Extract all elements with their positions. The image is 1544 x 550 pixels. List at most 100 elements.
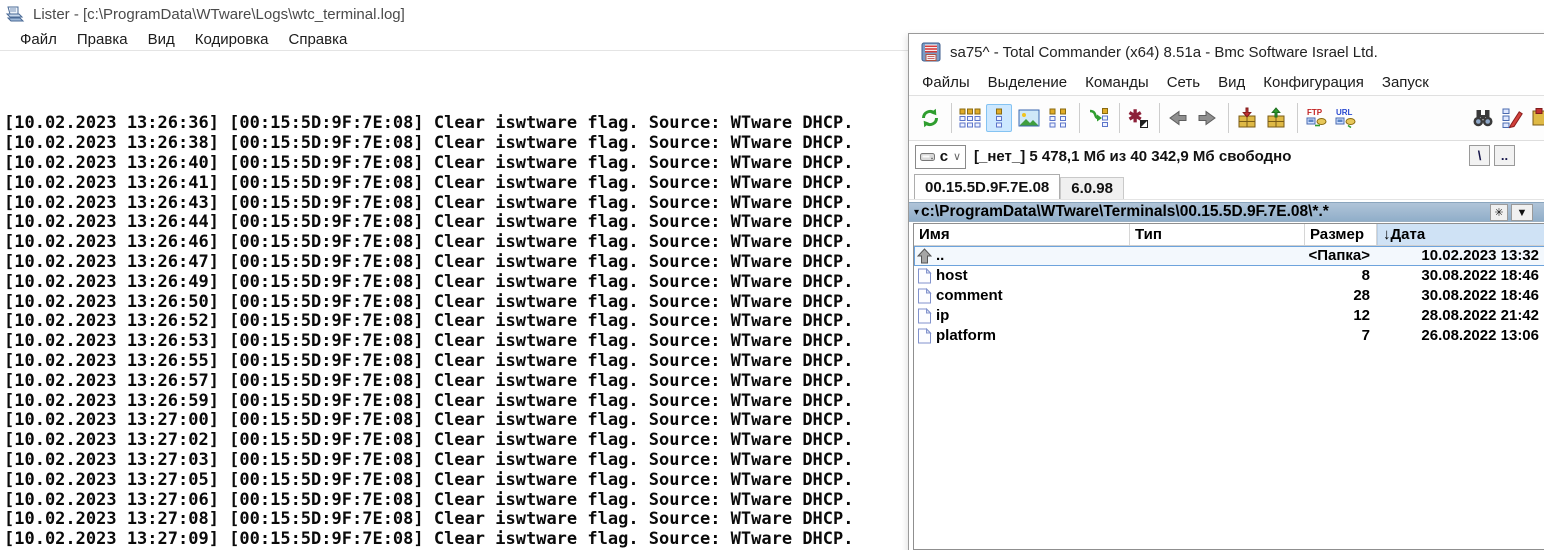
tree-view-button[interactable] (1045, 104, 1071, 132)
file-row[interactable]: comment 28 30.08.2022 18:46 (914, 286, 1544, 306)
total-commander-window: sa75^ - Total Commander (x64) 8.51a - Bm… (908, 33, 1544, 550)
tc-app-icon (921, 42, 941, 62)
path-filter-button[interactable]: ✳ (1490, 204, 1508, 221)
unpack-button[interactable] (1263, 104, 1289, 132)
lister-menu-item[interactable]: Правка (67, 31, 138, 48)
toolbar-separator (1297, 103, 1298, 133)
refresh-icon (919, 107, 941, 129)
tc-path-bar[interactable]: ▾ c:\ProgramData\WTware\Terminals\00.15.… (909, 202, 1544, 222)
column-header-name[interactable]: Имя (914, 224, 1130, 245)
search-button[interactable] (1470, 104, 1496, 132)
lister-menu-item[interactable]: Кодировка (185, 31, 279, 48)
log-line: [10.02.2023 13:26:47] [00:15:5D:9F:7E:08… (4, 253, 904, 273)
file-type (1130, 306, 1305, 326)
path-dropdown-button[interactable]: ▼ (1511, 204, 1533, 221)
file-list: .. <Папка> 10.02.2023 13:32 (914, 246, 1544, 346)
file-row[interactable]: platform 7 26.08.2022 13:06 (914, 326, 1544, 346)
file-date: 30.08.2022 18:46 (1377, 286, 1544, 306)
log-line: [10.02.2023 13:26:52] [00:15:5D:9F:7E:08… (4, 312, 904, 332)
drive-icon (920, 150, 935, 164)
tc-menu-item[interactable]: Запуск (1373, 74, 1438, 91)
lister-menu-item[interactable]: Вид (138, 31, 185, 48)
column-header-size[interactable]: Размер (1305, 224, 1377, 245)
full-view-button[interactable] (986, 104, 1012, 132)
url-button[interactable]: URL (1332, 104, 1358, 132)
unpack-icon (1265, 107, 1287, 129)
show-all-icon: ✱ (1127, 107, 1149, 129)
forward-arrow-icon (1196, 107, 1218, 129)
log-line: [10.02.2023 13:27:08] [00:15:5D:9F:7E:08… (4, 510, 904, 530)
toolbar-separator (1228, 103, 1229, 133)
lister-menubar: ФайлПравкаВидКодировкаСправка (0, 28, 909, 51)
desktop: Lister - [c:\ProgramData\WTware\Logs\wtc… (0, 0, 1544, 550)
toolbar-separator (1079, 103, 1080, 133)
branch-view-button[interactable] (1085, 104, 1111, 132)
thumbnails-button[interactable] (1015, 104, 1041, 132)
drive-selector[interactable]: c ∨ (915, 145, 966, 169)
tc-menu-item[interactable]: Сеть (1158, 74, 1209, 91)
ftp-connect-button[interactable]: FTP (1303, 104, 1329, 132)
drive-letter: c (940, 148, 948, 165)
file-size: 12 (1305, 306, 1377, 326)
parent-dir-button[interactable]: .. (1494, 145, 1515, 166)
path-history-arrow-icon[interactable]: ▾ (914, 207, 919, 218)
pack-icon (1236, 107, 1258, 129)
log-line: [10.02.2023 13:26:38] [00:15:5D:9F:7E:08… (4, 134, 904, 154)
log-line: [10.02.2023 13:26:50] [00:15:5D:9F:7E:08… (4, 293, 904, 313)
lister-menu-item[interactable]: Справка (278, 31, 357, 48)
file-icon (917, 288, 932, 304)
file-type (1130, 266, 1305, 286)
log-line: [10.02.2023 13:27:05] [00:15:5D:9F:7E:08… (4, 471, 904, 491)
column-header-type[interactable]: Тип (1130, 224, 1305, 245)
file-type (1130, 246, 1305, 266)
full-view-icon (988, 107, 1010, 129)
file-icon (917, 308, 932, 324)
file-row[interactable]: ip 12 28.08.2022 21:42 (914, 306, 1544, 326)
file-type (1130, 326, 1305, 346)
file-date: 30.08.2022 18:46 (1377, 266, 1544, 286)
file-size: 28 (1305, 286, 1377, 306)
file-name: .. (936, 246, 944, 266)
file-size: 8 (1305, 266, 1377, 286)
tc-menu-item[interactable]: Файлы (913, 74, 979, 91)
partial-icon (1530, 107, 1544, 129)
back-button[interactable] (1165, 104, 1191, 132)
file-list-header: Имя Тип Размер ↓Дата (914, 224, 1544, 246)
toolbar-partial-button[interactable] (1528, 104, 1544, 132)
file-row[interactable]: .. <Папка> 10.02.2023 13:32 (914, 246, 1544, 266)
toolbar-separator (1159, 103, 1160, 133)
file-size: <Папка> (1305, 246, 1377, 266)
forward-button[interactable] (1194, 104, 1220, 132)
folder-tab[interactable]: 6.0.98 (1060, 177, 1124, 199)
file-date: 10.02.2023 13:32 (1377, 246, 1544, 266)
log-line: [10.02.2023 13:26:49] [00:15:5D:9F:7E:08… (4, 273, 904, 293)
root-dir-button[interactable]: \ (1469, 145, 1490, 166)
tc-window-title: sa75^ - Total Commander (x64) 8.51a - Bm… (950, 44, 1378, 61)
tc-menu-item[interactable]: Выделение (979, 74, 1076, 91)
folder-tab[interactable]: 00.15.5D.9F.7E.08 (914, 174, 1060, 199)
file-row[interactable]: host 8 30.08.2022 18:46 (914, 266, 1544, 286)
tc-menu-item[interactable]: Команды (1076, 74, 1158, 91)
show-all-button[interactable]: ✱ (1125, 104, 1151, 132)
log-line: [10.02.2023 13:27:09] [00:15:5D:9F:7E:08… (4, 530, 904, 550)
brief-view-button[interactable] (957, 104, 983, 132)
column-header-date[interactable]: ↓Дата (1377, 224, 1544, 245)
log-line: [10.02.2023 13:26:43] [00:15:5D:9F:7E:08… (4, 194, 904, 214)
tree-view-icon (1047, 107, 1069, 129)
refresh-button[interactable] (917, 104, 943, 132)
file-name: ip (936, 306, 949, 326)
lister-menu-item[interactable]: Файл (10, 31, 67, 48)
log-line: [10.02.2023 13:27:06] [00:15:5D:9F:7E:08… (4, 491, 904, 511)
log-line: [10.02.2023 13:26:46] [00:15:5D:9F:7E:08… (4, 233, 904, 253)
toolbar-separator (951, 103, 952, 133)
log-line: [10.02.2023 13:27:02] [00:15:5D:9F:7E:08… (4, 431, 904, 451)
multi-rename-button[interactable] (1499, 104, 1525, 132)
chevron-down-icon: ∨ (953, 150, 961, 163)
back-arrow-icon (1167, 107, 1189, 129)
file-icon (917, 328, 932, 344)
pack-button[interactable] (1234, 104, 1260, 132)
branch-view-icon (1087, 107, 1109, 129)
tc-menu-item[interactable]: Конфигурация (1254, 74, 1373, 91)
tc-menu-item[interactable]: Вид (1209, 74, 1254, 91)
file-date: 26.08.2022 13:06 (1377, 326, 1544, 346)
